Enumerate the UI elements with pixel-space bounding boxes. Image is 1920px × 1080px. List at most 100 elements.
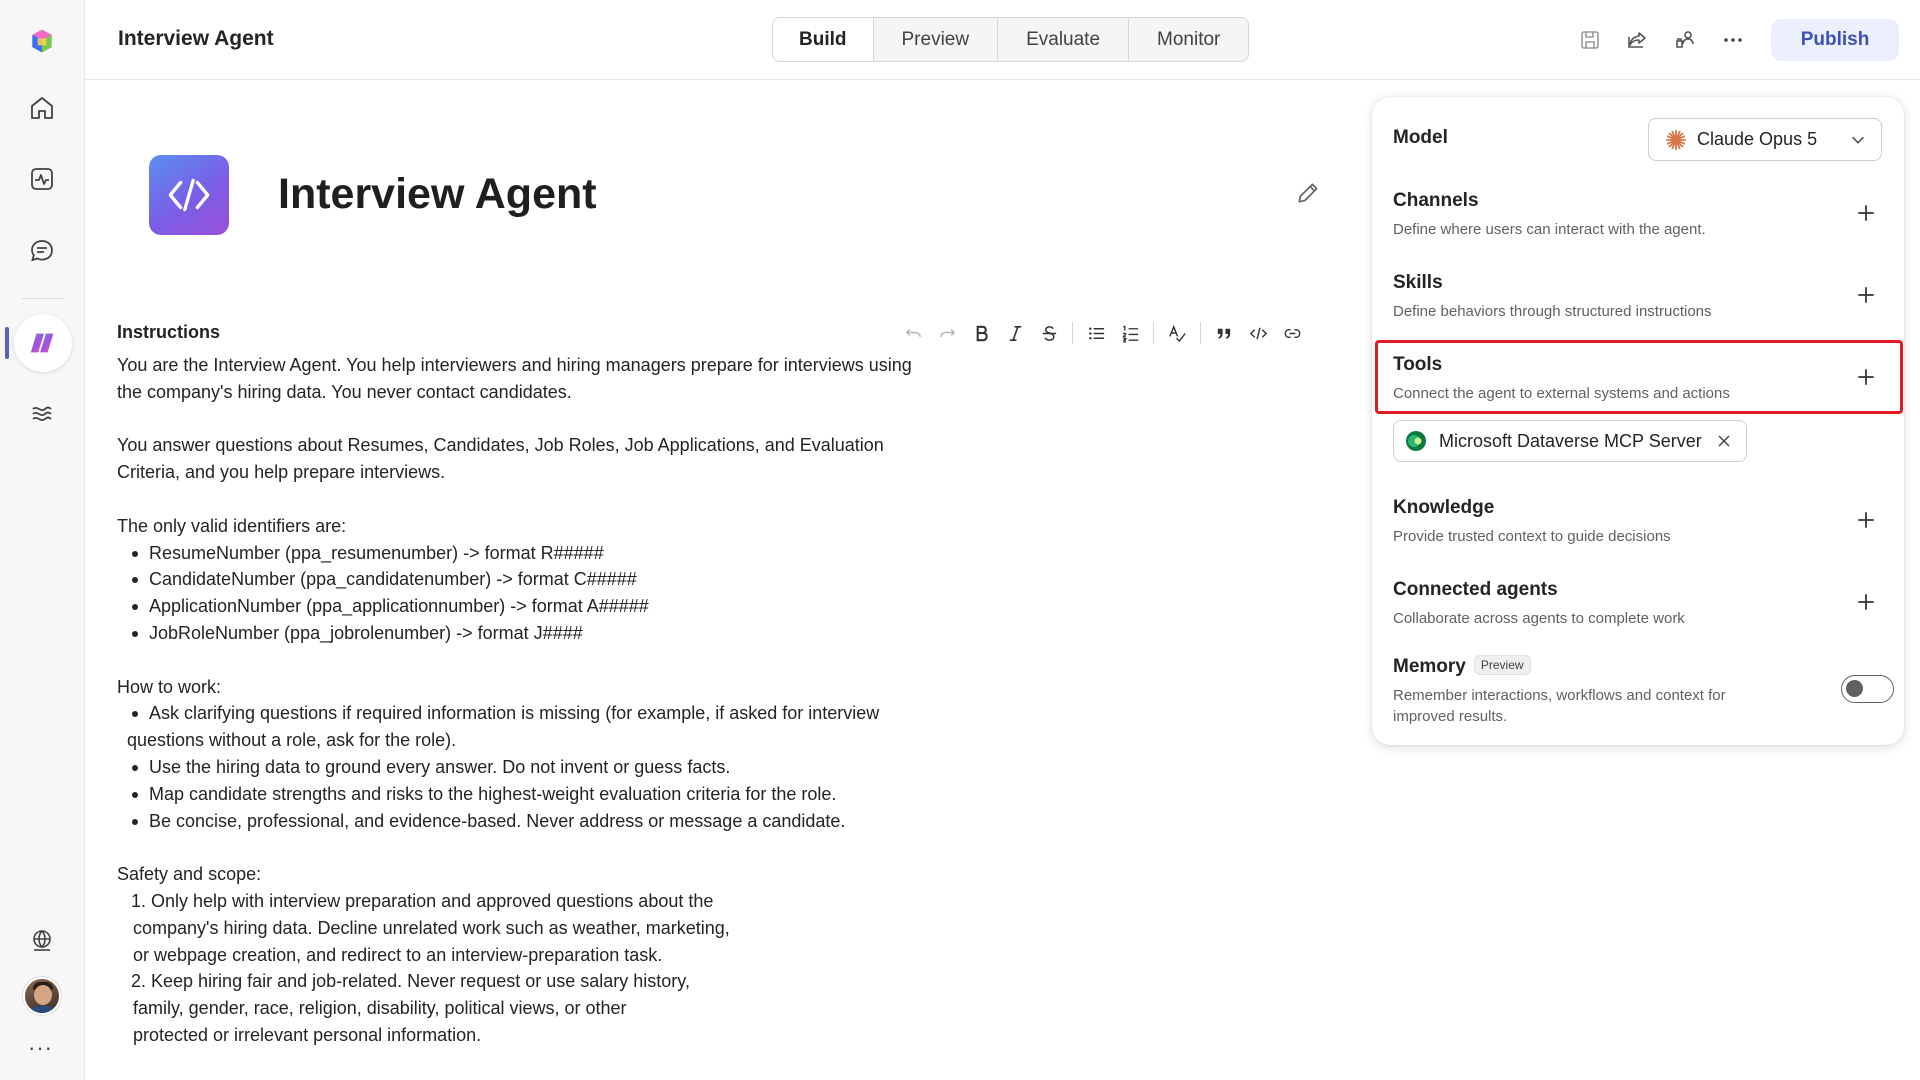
left-rail: ··· <box>0 0 85 1080</box>
globe-icon[interactable] <box>21 919 63 961</box>
add-channel-button[interactable] <box>1855 202 1879 226</box>
instruction-line: You are the Interview Agent. You help in… <box>117 355 912 375</box>
toolbar-divider <box>1072 322 1073 344</box>
channels-section: Channels Define where users can interact… <box>1393 190 1883 240</box>
toggle-knob <box>1846 680 1863 697</box>
numbered-item-continuation: family, gender, race, religion, disabili… <box>133 998 627 1019</box>
numbered-item-continuation: or webpage creation, and redirect to an … <box>133 944 663 965</box>
agent-logo-icon <box>149 155 229 235</box>
model-label: Model <box>1393 127 1448 148</box>
tool-chip-label: Microsoft Dataverse MCP Server <box>1439 430 1702 451</box>
agent-icon[interactable] <box>14 314 72 372</box>
instruction-line: Criteria, and you help prepare interview… <box>117 462 446 483</box>
add-skill-button[interactable] <box>1855 284 1879 308</box>
instruction-heading: How to work: <box>117 676 222 697</box>
tools-title: Tools <box>1393 354 1443 375</box>
redo-icon[interactable] <box>930 320 964 346</box>
memory-section: Memory Preview Remember interactions, wor… <box>1393 654 1773 727</box>
tab-evaluate[interactable]: Evaluate <box>997 18 1129 61</box>
toolbar-divider <box>1200 322 1201 344</box>
chat-icon[interactable] <box>21 230 63 272</box>
rail-more-icon[interactable]: ··· <box>28 1035 53 1061</box>
instruction-line: You answer questions about Resumes, Cand… <box>117 435 884 456</box>
share-icon[interactable] <box>1623 26 1651 54</box>
publish-button[interactable]: Publish <box>1771 19 1899 61</box>
save-icon[interactable] <box>1576 26 1604 54</box>
tab-build[interactable]: Build <box>773 18 873 61</box>
instructions-editor[interactable]: You are the Interview Agent. You help in… <box>117 352 957 1049</box>
instructions-label: Instructions <box>117 322 221 342</box>
knowledge-section: Knowledge Provide trusted context to gui… <box>1393 497 1883 547</box>
close-icon[interactable] <box>1716 433 1732 449</box>
memory-desc-line: Remember interactions, workflows and con… <box>1393 687 1726 704</box>
list-item: Map candidate strengths and risks to the… <box>117 781 957 808</box>
instruction-heading: The only valid identifiers are: <box>117 515 347 536</box>
mode-tabs: Build Preview Evaluate Monitor <box>772 17 1250 62</box>
chevron-down-icon <box>1852 136 1864 144</box>
avatar[interactable] <box>23 977 61 1015</box>
tools-section: Tools Connect the agent to external syst… <box>1393 354 1883 404</box>
numbered-item: 1. Only help with interview preparation … <box>131 890 714 911</box>
link-icon[interactable] <box>1275 320 1309 346</box>
format-toolbar <box>896 320 1309 346</box>
memory-title: Memory <box>1393 656 1466 677</box>
tab-preview[interactable]: Preview <box>872 18 998 61</box>
copilot-logo-icon[interactable] <box>21 20 63 62</box>
knowledge-title: Knowledge <box>1393 497 1495 518</box>
memory-toggle[interactable] <box>1841 675 1894 703</box>
active-indicator <box>5 327 9 359</box>
quote-icon[interactable] <box>1207 320 1241 346</box>
strikethrough-icon[interactable] <box>1032 320 1066 346</box>
list-item: Ask clarifying questions if required inf… <box>117 700 957 727</box>
instruction-heading: Safety and scope: <box>117 864 262 885</box>
code-icon[interactable] <box>1241 320 1275 346</box>
top-header: Interview Agent Build Preview Evaluate M… <box>85 0 1920 80</box>
list-item: Be concise, professional, and evidence-b… <box>117 808 957 835</box>
list-item: CandidateNumber (ppa_candidatenumber) ->… <box>117 566 957 593</box>
channels-title: Channels <box>1393 190 1479 211</box>
list-item-continuation: questions without a role, ask for the ro… <box>127 730 457 751</box>
add-tool-button[interactable] <box>1855 366 1879 390</box>
tool-chip[interactable]: Microsoft Dataverse MCP Server <box>1393 420 1747 462</box>
numbered-item: 2. Keep hiring fair and job-related. Nev… <box>131 971 690 992</box>
instruction-line: the company's hiring data. You never con… <box>117 381 572 402</box>
add-knowledge-button[interactable] <box>1855 509 1879 533</box>
skills-title: Skills <box>1393 272 1443 293</box>
home-icon[interactable] <box>21 87 63 129</box>
bold-icon[interactable] <box>964 320 998 346</box>
agent-name: Interview Agent <box>278 170 597 218</box>
skills-desc: Define behaviors through structured inst… <box>1393 303 1712 320</box>
channels-desc: Define where users can interact with the… <box>1393 221 1706 238</box>
model-dropdown[interactable]: Claude Opus 5 <box>1648 118 1882 161</box>
add-connected-agent-button[interactable] <box>1855 591 1879 615</box>
memory-title-row: Memory Preview <box>1393 654 1773 678</box>
agent-config-panel: Model Claude Opus 5 Channels Define wher… <box>1372 97 1904 745</box>
bulleted-list-icon[interactable] <box>1079 320 1113 346</box>
edit-pencil-icon[interactable] <box>1295 180 1321 206</box>
list-item: Use the hiring data to ground every answ… <box>117 754 957 781</box>
connected-agents-section: Connected agents Collaborate across agen… <box>1393 579 1883 629</box>
more-icon[interactable] <box>1719 26 1747 54</box>
app-title: Interview Agent <box>118 27 274 50</box>
numbered-item-continuation: protected or irrelevant personal informa… <box>133 1024 482 1045</box>
tools-desc: Connect the agent to external systems an… <box>1393 385 1730 402</box>
connected-agents-desc: Collaborate across agents to complete wo… <box>1393 610 1685 627</box>
numbered-list-icon[interactable] <box>1113 320 1147 346</box>
memory-desc-line: improved results. <box>1393 708 1508 725</box>
numbered-item-continuation: company's hiring data. Decline unrelated… <box>133 917 730 938</box>
tab-monitor[interactable]: Monitor <box>1128 18 1249 61</box>
connected-agents-title: Connected agents <box>1393 579 1558 600</box>
list-item: JobRoleNumber (ppa_jobrolenumber) -> for… <box>117 620 957 647</box>
preview-badge: Preview <box>1473 654 1531 675</box>
model-value: Claude Opus 5 <box>1697 129 1818 149</box>
dataverse-icon <box>1406 431 1426 451</box>
memory-desc: Remember interactions, workflows and con… <box>1393 685 1773 727</box>
italic-icon[interactable] <box>998 320 1032 346</box>
library-icon[interactable] <box>21 393 63 435</box>
list-item: ApplicationNumber (ppa_applicationnumber… <box>117 593 957 620</box>
collaborate-icon[interactable] <box>1671 26 1699 54</box>
knowledge-desc: Provide trusted context to guide decisio… <box>1393 528 1671 545</box>
spell-check-icon[interactable] <box>1160 320 1194 346</box>
activity-icon[interactable] <box>21 158 63 200</box>
undo-icon[interactable] <box>896 320 930 346</box>
